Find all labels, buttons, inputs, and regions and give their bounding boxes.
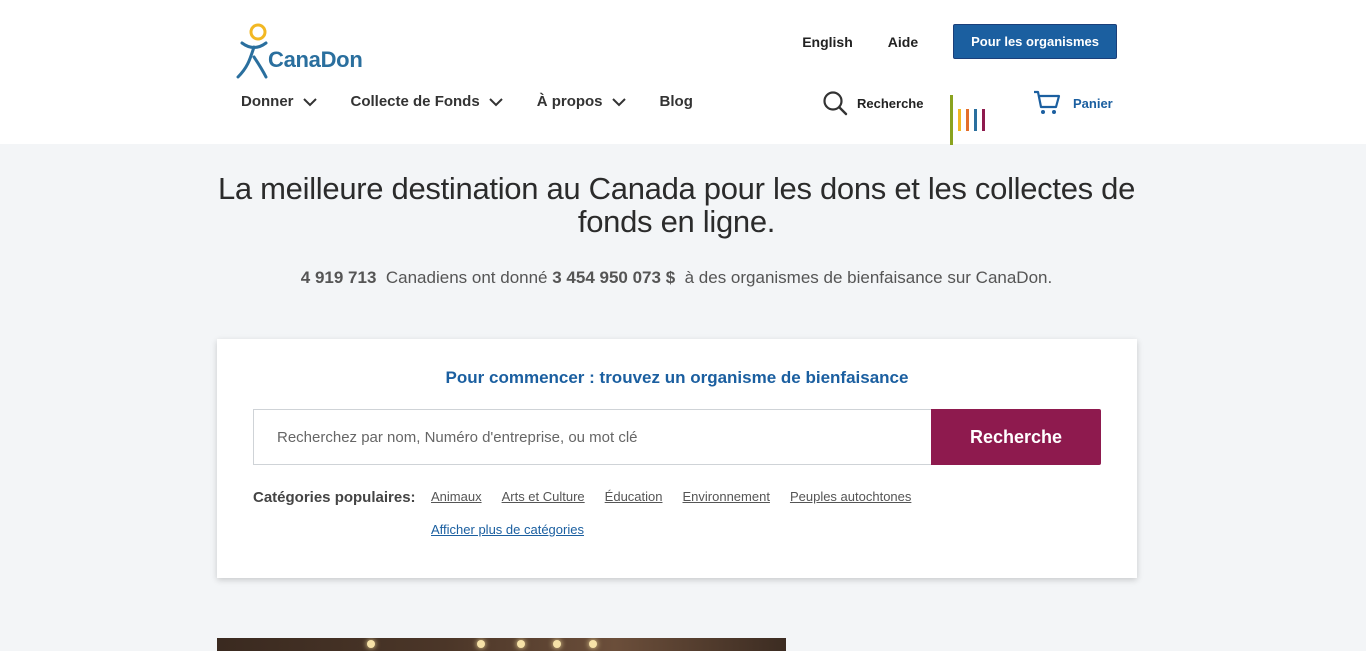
popular-categories-label: Catégories populaires: [253, 489, 416, 506]
chevron-down-icon [611, 97, 626, 106]
search-card-title: Pour commencer : trouvez un organisme de… [445, 368, 909, 387]
language-link[interactable]: English [802, 34, 853, 50]
category-link-environnement[interactable]: Environnement [683, 489, 770, 504]
stats-text-1: Canadiens ont donné [385, 268, 548, 287]
donation-stats: 4 919 713 Canadiens ont donné 3 454 950 … [200, 268, 1153, 288]
header-search-label: Recherche [857, 95, 924, 111]
nav-apropos-label: À propos [536, 93, 603, 110]
nav-apropos[interactable]: À propos [537, 93, 626, 110]
cart-label: Panier [1073, 95, 1113, 111]
canadon-logo[interactable]: CanaDon [234, 22, 374, 82]
charity-search-input[interactable] [253, 409, 932, 465]
nav-collecte-label: Collecte de Fonds [350, 93, 480, 110]
chevron-down-icon [302, 97, 317, 106]
nav-donner[interactable]: Donner [241, 93, 317, 110]
cart-link[interactable]: Panier [1033, 90, 1113, 116]
search-icon [823, 91, 848, 116]
hero-title: La meilleure destination au Canada pour … [217, 171, 1136, 239]
nav-blog-label: Blog [659, 93, 693, 110]
utility-links: English Aide Pour les organismes [802, 24, 1117, 59]
nav-donner-label: Donner [241, 93, 294, 110]
nav-blog[interactable]: Blog [660, 93, 693, 110]
category-link-education[interactable]: Éducation [605, 489, 663, 504]
main-nav: Donner Collecte de Fonds À propos Blog [241, 93, 727, 110]
donors-count: 4 919 713 [300, 268, 377, 287]
featured-photo [217, 638, 786, 651]
more-categories-link[interactable]: Afficher plus de catégories [431, 522, 584, 537]
category-link-arts-culture[interactable]: Arts et Culture [502, 489, 585, 504]
chevron-down-icon [488, 97, 503, 106]
cart-icon [1034, 90, 1061, 114]
category-link-animaux[interactable]: Animaux [431, 489, 482, 504]
charity-search-button[interactable]: Recherche [931, 409, 1101, 465]
site-header: CanaDon English Aide Pour les organismes… [0, 0, 1366, 145]
donation-amount: 3 454 950 073 $ [552, 268, 676, 287]
help-link[interactable]: Aide [888, 34, 918, 50]
header-search-link[interactable]: Recherche [822, 90, 923, 116]
category-link-peuples-autochtones[interactable]: Peuples autochtones [790, 489, 911, 504]
canadon-figure-icon [236, 23, 268, 79]
logo-text: CanaDon [268, 47, 363, 72]
popular-categories-list: Animaux Arts et Culture Éducation Enviro… [431, 489, 931, 504]
decorative-bars-icon [950, 95, 985, 145]
nav-collecte[interactable]: Collecte de Fonds [351, 93, 503, 110]
for-organizations-button[interactable]: Pour les organismes [953, 24, 1117, 59]
charity-search-card: Pour commencer : trouvez un organisme de… [217, 339, 1137, 578]
stats-text-2: à des organismes de bienfaisance sur Can… [684, 268, 1053, 287]
